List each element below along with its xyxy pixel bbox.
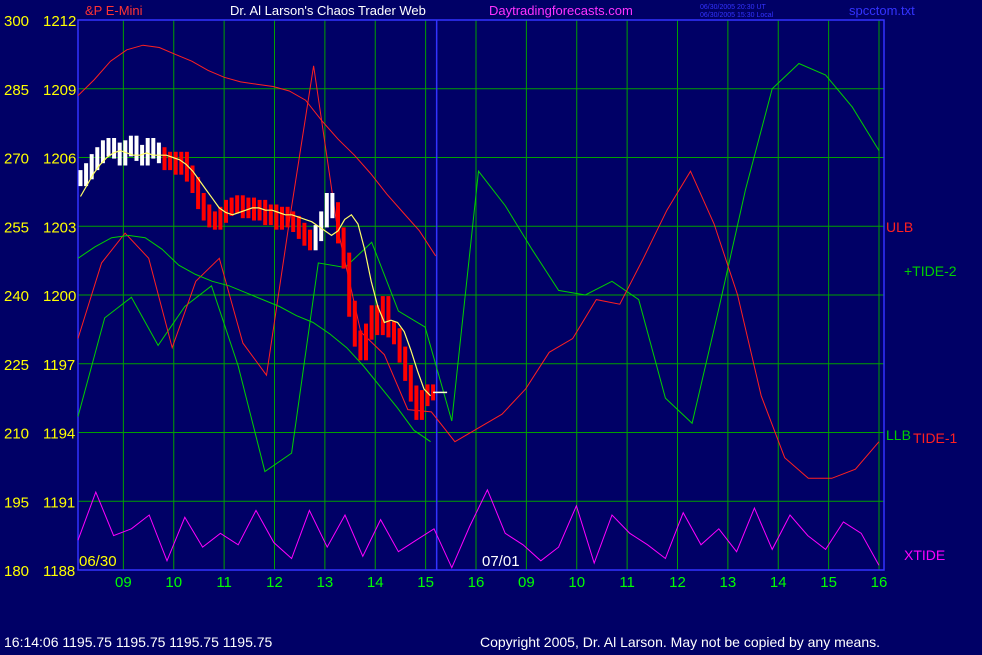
legend-label: XTIDE (904, 547, 945, 563)
y-tick-index: 270 (4, 151, 29, 168)
symbol-label: &P E-Mini (85, 3, 143, 18)
y-tick-index: 180 (4, 563, 29, 580)
x-tick-label: 10 (165, 574, 182, 591)
timestamp-ut: 06/30/2005 20:30 UT (700, 4, 766, 11)
y-tick-price: 1212 (43, 13, 76, 30)
y-tick-index: 195 (4, 494, 29, 511)
y-tick-index: 225 (4, 357, 29, 374)
x-tick-label: 14 (367, 574, 384, 591)
y-tick-price: 1188 (43, 563, 75, 580)
x-tick-label: 16 (871, 574, 888, 591)
y-tick-index: 255 (4, 219, 29, 236)
y-tick-index: 300 (4, 13, 29, 30)
y-tick-index: 285 (4, 82, 29, 99)
x-tick-label: 16 (468, 574, 485, 591)
x-tick-label: 09 (115, 574, 132, 591)
x-tick-label: 11 (619, 574, 635, 591)
legend-label: +TIDE-2 (904, 263, 957, 279)
x-tick-label: 09 (518, 574, 535, 591)
legend-label: LLB (886, 427, 911, 443)
timestamp-local: 06/30/2005 15:30 Local (700, 12, 774, 19)
x-tick-label: 13 (720, 574, 737, 591)
legend-label: TIDE-1 (913, 430, 958, 446)
x-tick-label: 11 (216, 574, 232, 591)
chart-svg: 300 1212285 1209270 1206255 1203240 1200225 11… (0, 0, 982, 650)
y-tick-index: 240 (4, 288, 29, 305)
y-tick-price: 1200 (43, 288, 76, 305)
y-tick-price: 1191 (43, 494, 75, 511)
y-tick-index: 210 (4, 426, 29, 443)
chart: 300 1212 285 1209 270 1206 255 1203 240 1200 225 11… (0, 0, 982, 650)
y-tick-price: 1197 (43, 357, 75, 374)
x-tick-label: 12 (266, 574, 283, 591)
x-tick-label: 14 (770, 574, 787, 591)
x-tick-label: 12 (669, 574, 686, 591)
y-tick-price: 1203 (43, 219, 76, 236)
x-tick-label: 13 (317, 574, 334, 591)
footer-quote: 16:14:06 1195.75 1195.75 1195.75 1195.75 (4, 634, 273, 650)
date-label-start: 06/30 (79, 553, 117, 570)
y-tick-price: 1206 (43, 151, 76, 168)
data-file-label: spcctom.txt (849, 3, 915, 18)
y-tick-price: 1194 (43, 426, 75, 443)
x-tick-label: 15 (820, 574, 837, 591)
footer-copyright: Copyright 2005, Dr. Al Larson. May not b… (480, 634, 880, 650)
site-link[interactable]: Daytradingforecasts.com (489, 3, 633, 18)
y-tick-price: 1209 (43, 82, 76, 99)
legend-label: ULB (886, 219, 913, 235)
x-tick-label: 10 (568, 574, 585, 591)
x-tick-label: 15 (417, 574, 434, 591)
date-label-next: 07/01 (482, 553, 520, 570)
chart-title: Dr. Al Larson's Chaos Trader Web (230, 3, 426, 18)
